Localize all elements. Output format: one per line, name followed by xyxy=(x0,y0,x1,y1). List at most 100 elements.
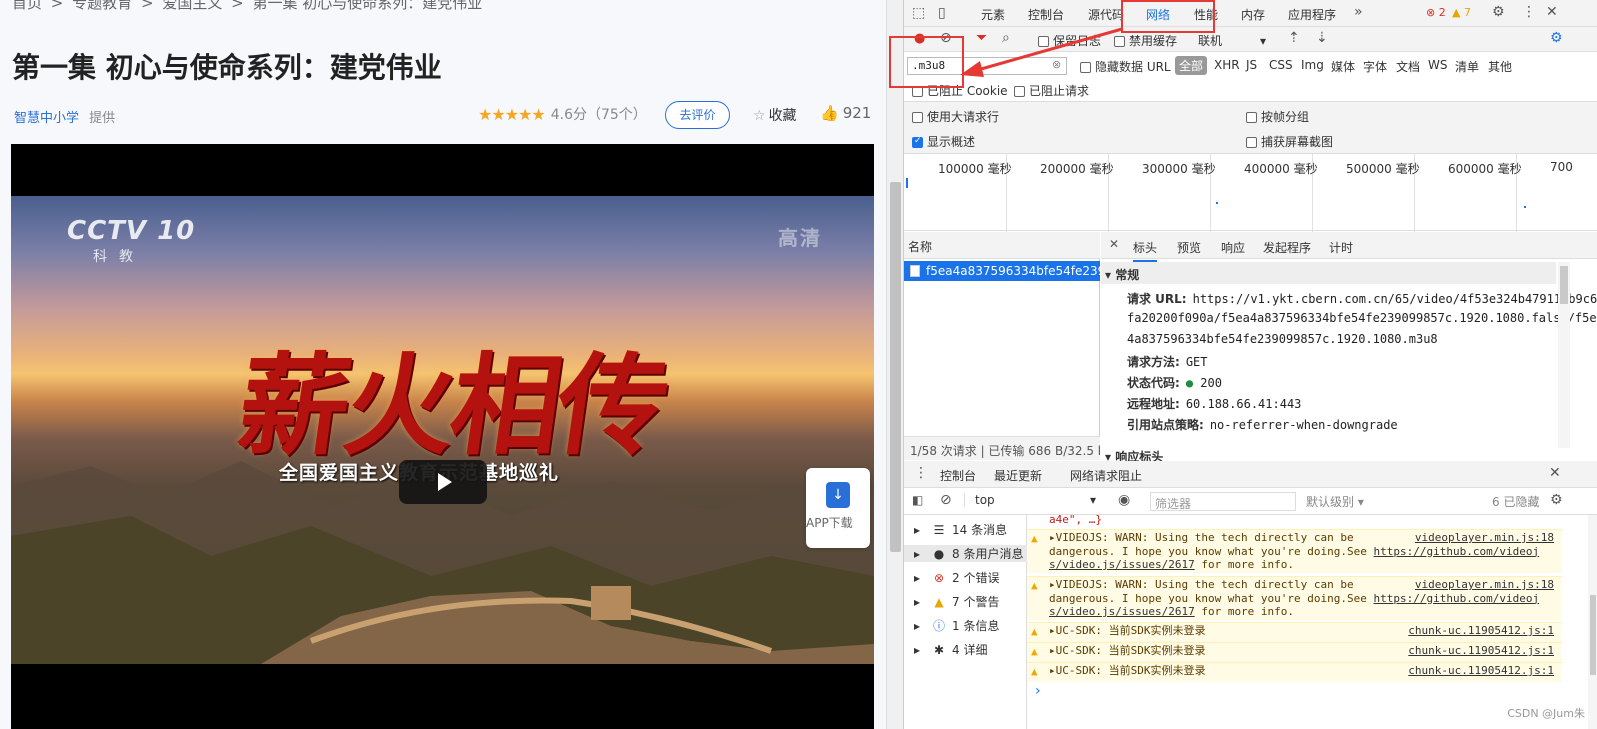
breadcrumb-patriotism[interactable]: 爱国主义 xyxy=(162,0,222,12)
drawer-menu-icon[interactable]: ⋮ xyxy=(914,465,928,481)
tab-headers[interactable]: 标头 xyxy=(1133,239,1158,262)
tab-sources[interactable]: 源代码 xyxy=(1088,6,1124,23)
type-filter-manifest[interactable]: 清单 xyxy=(1455,58,1479,75)
type-filter-doc[interactable]: 文档 xyxy=(1396,58,1420,75)
close-detail-icon[interactable]: ✕ xyxy=(1109,237,1119,251)
log-link[interactable]: https://github.com/videoj xyxy=(1374,592,1540,605)
close-icon[interactable]: ✕ xyxy=(1546,4,1558,20)
export-har-icon[interactable]: ⇣ xyxy=(1316,30,1328,46)
checkbox[interactable] xyxy=(1246,137,1257,148)
app-download-button[interactable]: ↓ APP下载 xyxy=(806,468,870,548)
tab-elements[interactable]: 元素 xyxy=(981,6,1005,23)
detail-scrollbar-thumb[interactable] xyxy=(1560,266,1568,304)
type-filter-other[interactable]: 其他 xyxy=(1488,58,1512,75)
sidebar-item-verbose[interactable]: ▸ ✱ 4 详细 xyxy=(914,641,987,658)
tab-timing[interactable]: 计时 xyxy=(1329,239,1353,256)
console-warning-message[interactable]: ▲ ▸UC-SDK: 当前SDK实例未登录 chunk-uc.11905412.… xyxy=(1027,622,1562,642)
more-tabs-icon[interactable]: » xyxy=(1354,4,1363,20)
throttling-select[interactable]: 联机 ▾ xyxy=(1198,32,1266,49)
console-warning-message[interactable]: ▲ ▸UC-SDK: 当前SDK实例未登录 chunk-uc.11905412.… xyxy=(1027,642,1562,662)
breadcrumb-home[interactable]: 首页 xyxy=(12,0,42,12)
device-toggle-icon[interactable]: ▯ xyxy=(938,5,946,21)
log-source-link[interactable]: chunk-uc.11905412.js:1 xyxy=(1408,644,1554,658)
type-filter-all[interactable]: 全部 xyxy=(1175,56,1208,75)
page-scrollbar[interactable] xyxy=(886,0,903,729)
video-player[interactable]: CCTV 10 科教 高清 薪火相传 全国爱国主义教育示范基地巡礼 xyxy=(11,144,874,729)
type-filter-img[interactable]: Img xyxy=(1301,58,1324,72)
blocked-requests-label: 已阻止请求 xyxy=(1029,84,1090,98)
log-source-link[interactable]: videoplayer.min.js:18 xyxy=(1415,578,1554,592)
log-level-select[interactable]: 默认级别 ▾ xyxy=(1306,493,1364,510)
eye-icon[interactable]: ◉ xyxy=(1118,492,1130,508)
general-section-header[interactable]: ▾ 常规 xyxy=(1101,262,1556,284)
favorite-button[interactable]: ☆ 收藏 xyxy=(753,105,797,125)
inspect-icon[interactable]: ⬚ xyxy=(912,5,925,21)
console-warning-message[interactable]: ▲ ▸VIDEOJS: WARN: Using the tech directl… xyxy=(1027,576,1562,620)
log-source-link[interactable]: chunk-uc.11905412.js:1 xyxy=(1408,624,1554,638)
drawer-tab-console[interactable]: 控制台 xyxy=(940,467,977,490)
import-har-icon[interactable]: ⇡ xyxy=(1288,30,1300,46)
log-text: for more info. xyxy=(1194,558,1295,571)
settings-icon[interactable]: ⚙ xyxy=(1492,4,1505,20)
checkbox-checked[interactable] xyxy=(912,136,923,148)
log-link[interactable]: s/video.js/issues/2617 xyxy=(1049,605,1195,618)
play-button[interactable] xyxy=(399,460,487,504)
request-row-selected[interactable]: f5ea4a837596334bfe54fe2390... xyxy=(904,261,1100,281)
tab-preview[interactable]: 预览 xyxy=(1177,239,1201,256)
drawer-tab-request-blocking[interactable]: 网络请求阻止 xyxy=(1070,467,1142,484)
console-warning-message[interactable]: ▲ ▸UC-SDK: 当前SDK实例未登录 chunk-uc.11905412.… xyxy=(1027,662,1562,682)
context-select[interactable]: top ▾ xyxy=(964,493,1102,507)
console-scrollbar-thumb[interactable] xyxy=(1590,595,1596,675)
type-filter-xhr[interactable]: XHR xyxy=(1214,58,1240,72)
type-filter-js[interactable]: JS xyxy=(1246,58,1257,72)
checkbox[interactable] xyxy=(1246,112,1257,123)
tab-initiator[interactable]: 发起程序 xyxy=(1263,239,1311,256)
detail-scrollbar[interactable] xyxy=(1558,262,1570,448)
page-scrollbar-thumb[interactable] xyxy=(890,182,901,552)
sidebar-item-user-messages[interactable]: ▸ ● 8 条用户消息 xyxy=(904,545,1027,562)
sidebar-item-info[interactable]: ▸ ⓘ 1 条信息 xyxy=(914,617,999,634)
type-filter-media[interactable]: 媒体 xyxy=(1331,58,1355,75)
clear-console-icon[interactable]: ⊘ xyxy=(940,492,952,508)
log-link[interactable]: https://github.com/videoj xyxy=(1374,545,1540,558)
group-by-frame-checkbox[interactable]: 按帧分组 xyxy=(1246,108,1309,125)
breadcrumb-special[interactable]: 专题教育 xyxy=(72,0,132,12)
drawer-tab-whats-new[interactable]: 最近更新 xyxy=(994,467,1042,484)
sidebar-item-errors[interactable]: ▸ ⊗ 2 个错误 xyxy=(914,569,999,586)
checkbox[interactable] xyxy=(912,112,923,123)
console-warning-message[interactable]: ▲ ▸VIDEOJS: WARN: Using the tech directl… xyxy=(1027,529,1562,573)
console-scrollbar[interactable] xyxy=(1588,515,1597,729)
capture-screenshots-checkbox[interactable]: 捕获屏幕截图 xyxy=(1246,133,1333,150)
provider-link[interactable]: 智慧中小学 xyxy=(14,111,79,126)
network-settings-icon[interactable]: ⚙ xyxy=(1550,30,1563,46)
log-source-link[interactable]: videoplayer.min.js:18 xyxy=(1415,531,1554,545)
download-app-icon: ↓ xyxy=(826,482,850,508)
like-button[interactable]: 👍 921 xyxy=(820,104,871,122)
show-overview-checkbox[interactable]: 显示概述 xyxy=(912,133,975,150)
name-column-header[interactable]: 名称 xyxy=(904,232,1100,259)
tab-memory[interactable]: 内存 xyxy=(1241,6,1265,23)
log-source-link[interactable]: chunk-uc.11905412.js:1 xyxy=(1408,664,1554,678)
sidebar-item-messages[interactable]: ▸ ☰ 14 条消息 xyxy=(914,521,1007,538)
kebab-menu-icon[interactable]: ⋮ xyxy=(1522,4,1536,20)
console-prompt[interactable]: › xyxy=(1035,683,1041,699)
sidebar-toggle-icon[interactable]: ◧ xyxy=(912,493,923,507)
request-summary: 1/58 次请求 | 已传输 686 B/32.5 k xyxy=(904,436,1100,460)
network-overview-timeline[interactable]: 100000 毫秒 200000 毫秒 300000 毫秒 400000 毫秒 … xyxy=(904,153,1597,232)
log-link[interactable]: s/video.js/issues/2617 xyxy=(1049,558,1195,571)
type-filter-ws[interactable]: WS xyxy=(1428,58,1447,72)
close-drawer-icon[interactable]: ✕ xyxy=(1549,465,1561,481)
rate-button[interactable]: 去评价 xyxy=(665,101,730,129)
tab-response[interactable]: 响应 xyxy=(1221,239,1245,256)
tab-console[interactable]: 控制台 xyxy=(1028,6,1064,23)
warning-icon[interactable]: ▲ 7 xyxy=(1452,6,1471,19)
checkbox[interactable] xyxy=(1014,86,1025,97)
type-filter-css[interactable]: CSS xyxy=(1269,58,1293,72)
type-filter-font[interactable]: 字体 xyxy=(1363,58,1387,75)
console-filter-input[interactable]: 筛选器 xyxy=(1150,492,1296,511)
console-settings-icon[interactable]: ⚙ xyxy=(1550,492,1563,508)
tab-application[interactable]: 应用程序 xyxy=(1288,6,1336,23)
large-rows-checkbox[interactable]: 使用大请求行 xyxy=(912,108,999,125)
error-icon[interactable]: ⊗ 2 xyxy=(1426,6,1446,19)
sidebar-item-warnings[interactable]: ▸ ▲ 7 个警告 xyxy=(914,593,999,610)
